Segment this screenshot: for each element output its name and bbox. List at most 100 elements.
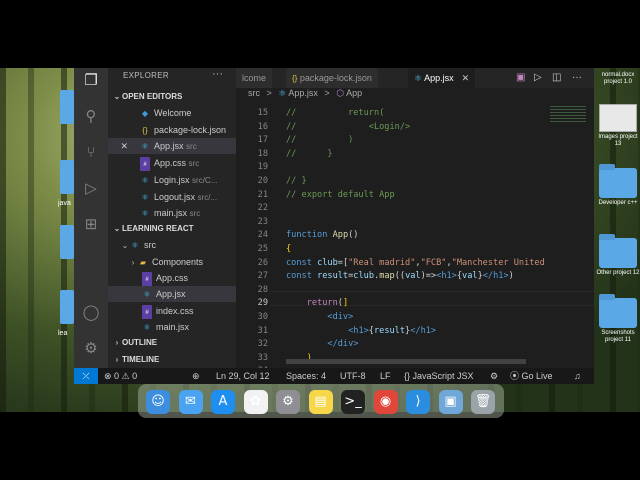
manage-gear-icon[interactable]: ⚙ (81, 338, 101, 358)
extension-action-icon[interactable]: ▣ (516, 68, 525, 88)
zoom-icon[interactable]: ⊕ (192, 368, 200, 384)
encoding-status[interactable]: UTF-8 (340, 368, 366, 384)
tab-app-jsx[interactable]: ⚛ App.jsx ✕ (408, 68, 476, 88)
code-editor[interactable]: 15 // return(16 // <Login/> 17 // ) 18 // } 19 2… (236, 106, 594, 376)
top-letterbox (0, 0, 640, 68)
vscode-icon: ◆ (141, 109, 149, 118)
explorer-icon[interactable]: ❐ (81, 70, 101, 90)
react-icon: ⚛ (141, 209, 149, 218)
folder-components[interactable]: › ▰ Components (108, 254, 236, 270)
line-number: 17 (257, 135, 268, 146)
react-icon: ⚛ (141, 193, 149, 202)
file-item[interactable]: # App.css (108, 270, 236, 286)
dock: ☺ ✉ A ✿ ⚙ ▤ >_ ◉ ⟩ ▣ 🗑 (138, 384, 504, 418)
react-icon: ⚛ (141, 142, 149, 151)
extensions-icon[interactable]: ⊞ (81, 214, 101, 234)
breadcrumb-symbol[interactable]: App (346, 88, 362, 98)
close-icon[interactable]: ✕ (462, 73, 470, 83)
problems-status[interactable]: ⊗ 0 ⚠ 0 (104, 368, 137, 384)
desktop-folder-icon[interactable] (60, 160, 74, 194)
desktop-item-other[interactable]: Other project 12 (596, 234, 640, 277)
code-line[interactable]: { (286, 244, 291, 254)
code-line[interactable]: // export default App (286, 190, 395, 200)
code-line[interactable]: return(] (286, 298, 348, 308)
horizontal-scrollbar[interactable] (286, 359, 526, 364)
project-header[interactable]: ⌄ LEARNING REACT (112, 224, 194, 233)
code-line[interactable]: // } (286, 149, 333, 159)
folder-icon: ▰ (139, 258, 147, 267)
close-icon[interactable]: ✕ (108, 138, 130, 154)
code-line[interactable]: const result=club.map((val)=><h1>{val}</… (286, 271, 514, 281)
react-icon: ⚛ (143, 290, 151, 299)
open-editor-item[interactable]: {} package-lock.json (108, 122, 236, 138)
css-icon: # (142, 305, 152, 319)
code-line[interactable]: const club=["Real madrid","FCB","Manches… (286, 258, 545, 268)
open-editor-item[interactable]: ⚛ Logout.jsx src/... (108, 189, 236, 205)
file-item[interactable]: ⚛ main.jsx (108, 319, 236, 335)
tab-welcome[interactable]: lcome (236, 68, 273, 88)
prettier-icon[interactable]: ⚙ (490, 368, 498, 384)
timeline-header[interactable]: › TIMELINE (112, 355, 160, 364)
source-control-icon[interactable]: ⑂ (81, 142, 101, 162)
open-editor-item[interactable]: ⚛ main.jsx src (108, 205, 236, 221)
code-line[interactable]: </div> (286, 339, 358, 349)
code-line[interactable]: // ) (286, 135, 353, 145)
terminal-icon[interactable]: >_ (341, 390, 365, 414)
folder-src[interactable]: ⌄ ⚛ src (108, 237, 236, 253)
notes-icon[interactable]: ▤ (308, 390, 333, 414)
desktop-folder-label: java (58, 200, 71, 207)
vscode-icon[interactable]: ⟩ (406, 390, 430, 414)
preview-icon[interactable]: ▣ (438, 390, 463, 414)
language-mode[interactable]: {} JavaScript JSX (404, 368, 474, 384)
chrome-icon[interactable]: ◉ (373, 390, 398, 414)
code-line[interactable]: <div> (286, 312, 353, 322)
code-line[interactable]: // return( (286, 108, 384, 118)
mail-icon[interactable]: ✉ (178, 390, 203, 414)
search-icon[interactable]: ⚲ (81, 106, 101, 126)
eol-status[interactable]: LF (380, 368, 391, 384)
file-item[interactable]: ⚛ App.jsx (108, 286, 236, 302)
open-editors-header[interactable]: ⌄ OPEN EDITORS (112, 92, 183, 101)
open-editor-item[interactable]: ◆ Welcome (108, 105, 236, 121)
photos-icon[interactable]: ✿ (243, 390, 268, 414)
desktop-folder-icon[interactable] (60, 290, 74, 324)
trash-icon[interactable]: 🗑 (471, 390, 495, 414)
notifications-icon[interactable]: ♫ (574, 368, 581, 384)
open-editor-item[interactable]: # App.css src (108, 155, 236, 171)
open-editor-item[interactable]: ⚛ Login.jsx src/C... (108, 172, 236, 188)
code-line[interactable]: // } (286, 176, 307, 186)
file-item[interactable]: # index.css (108, 303, 236, 319)
desktop-folder-icon[interactable] (60, 225, 74, 259)
code-line[interactable]: <h1>{result}</h1> (286, 326, 436, 336)
breadcrumb-folder[interactable]: src (248, 88, 260, 98)
code-line[interactable]: // <Login/> (286, 122, 410, 132)
more-actions-icon[interactable]: ··· (212, 68, 223, 80)
more-actions-icon[interactable]: ··· (572, 68, 582, 88)
remote-icon[interactable]: ⤫ (74, 368, 98, 384)
minimap[interactable] (550, 106, 586, 146)
desktop-item-developer[interactable]: Developer c++ (596, 164, 640, 207)
indentation-status[interactable]: Spaces: 4 (286, 368, 326, 384)
breadcrumb-file[interactable]: App.jsx (288, 88, 318, 98)
run-icon[interactable]: ▷ (534, 68, 542, 88)
desktop-item-images[interactable]: Images project 13 (596, 104, 640, 148)
run-debug-icon[interactable]: ▷ (81, 178, 101, 198)
split-editor-icon[interactable]: ◫ (552, 68, 561, 88)
outline-header[interactable]: › OUTLINE (112, 338, 157, 347)
finder-icon[interactable]: ☺ (146, 390, 170, 414)
code-line[interactable]: function App() (286, 230, 358, 240)
tab-package-lock[interactable]: {} package-lock.json (286, 68, 378, 88)
go-live-button[interactable]: ⦿ Go Live (510, 368, 553, 384)
desktop-item-doc[interactable]: normal.docx project 1.0 (596, 70, 640, 86)
system-settings-icon[interactable]: ⚙ (276, 390, 300, 414)
cursor-position[interactable]: Ln 29, Col 12 (216, 368, 270, 384)
bottom-letterbox (0, 412, 640, 480)
desktop-item-screenshots[interactable]: Screenshots project 11 (596, 294, 640, 344)
open-editor-item[interactable]: ✕ ⚛ App.jsx src (108, 138, 236, 154)
app-store-icon[interactable]: A (211, 390, 235, 414)
account-icon[interactable]: ◯ (81, 302, 101, 322)
screenshot-thumbnail-icon (599, 104, 637, 132)
desktop-folder-icon[interactable] (60, 90, 74, 124)
line-number: 29 (257, 298, 268, 309)
desktop-folder-label: lea (58, 330, 68, 337)
